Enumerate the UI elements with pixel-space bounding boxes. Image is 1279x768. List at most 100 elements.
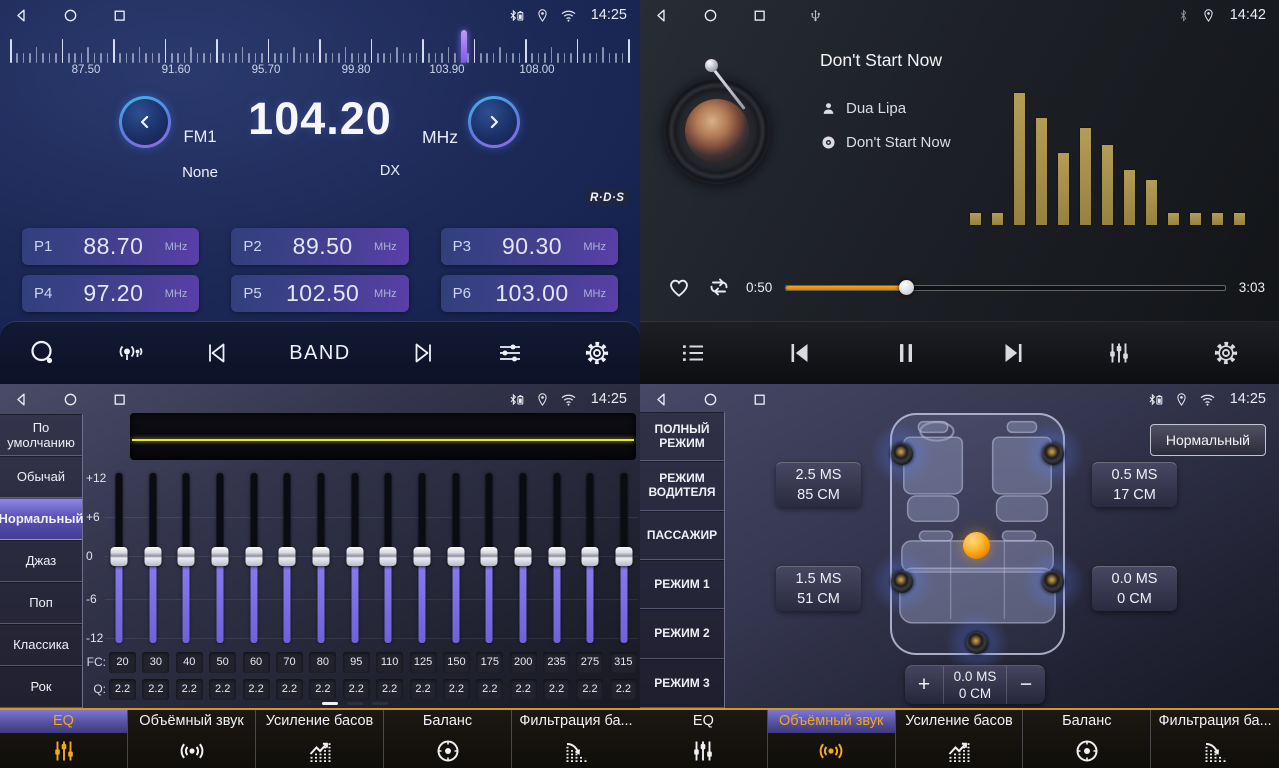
- eq-preset-item[interactable]: Классика: [0, 624, 82, 666]
- seek-thumb[interactable]: [899, 280, 914, 295]
- back-icon[interactable]: [13, 7, 30, 24]
- eq-band-slider[interactable]: [105, 473, 133, 643]
- slider-handle[interactable]: [211, 547, 228, 566]
- tab-balance[interactable]: Баланс: [1023, 710, 1151, 768]
- slider-handle[interactable]: [447, 547, 464, 566]
- tab-filter[interactable]: Фильтрация ба...: [1151, 710, 1279, 768]
- home-circle-icon[interactable]: [702, 391, 719, 408]
- equalizer-icon[interactable]: [1105, 339, 1133, 367]
- surround-preset-button[interactable]: Нормальный: [1150, 424, 1266, 456]
- slider-handle[interactable]: [548, 547, 565, 566]
- eq-preset-item[interactable]: Поп: [0, 582, 82, 624]
- tab-filter[interactable]: Фильтрация ба...: [512, 710, 640, 768]
- eq-band-slider[interactable]: [206, 473, 234, 643]
- gear-icon[interactable]: [1212, 339, 1240, 367]
- slider-handle[interactable]: [380, 547, 397, 566]
- slider-handle[interactable]: [413, 547, 430, 566]
- slider-handle[interactable]: [481, 547, 498, 566]
- slider-handle[interactable]: [144, 547, 161, 566]
- tab-bass[interactable]: Усиление басов: [256, 710, 384, 768]
- radio-preset-button[interactable]: P5102.50MHz: [231, 275, 408, 312]
- tuner-scale[interactable]: [10, 33, 630, 63]
- tab-surround[interactable]: Объёмный звук: [768, 710, 896, 768]
- next-track-icon[interactable]: [999, 339, 1027, 367]
- slider-handle[interactable]: [178, 547, 195, 566]
- rear-right-delay-button[interactable]: 0.0 MS 0 CM: [1092, 566, 1177, 611]
- recents-square-icon[interactable]: [751, 391, 768, 408]
- eq-band-slider[interactable]: [576, 473, 604, 643]
- radio-preset-button[interactable]: P497.20MHz: [22, 275, 199, 312]
- home-circle-icon[interactable]: [62, 391, 79, 408]
- listening-position-ball[interactable]: [963, 532, 990, 559]
- home-circle-icon[interactable]: [702, 7, 719, 24]
- next-station-icon[interactable]: [409, 339, 437, 367]
- repeat-icon[interactable]: [705, 273, 733, 301]
- slider-handle[interactable]: [346, 547, 363, 566]
- band-button[interactable]: BAND: [289, 342, 351, 365]
- audio-settings-icon[interactable]: [496, 339, 524, 367]
- radio-preset-button[interactable]: P390.30MHz: [441, 228, 618, 265]
- eq-preset-item[interactable]: Нормальный: [0, 498, 82, 540]
- slider-handle[interactable]: [514, 547, 531, 566]
- front-left-delay-button[interactable]: 2.5 MS 85 CM: [776, 462, 861, 507]
- eq-band-slider[interactable]: [509, 473, 537, 643]
- rear-left-delay-button[interactable]: 1.5 MS 51 CM: [776, 566, 861, 611]
- slider-handle[interactable]: [312, 547, 329, 566]
- eq-band-slider[interactable]: [442, 473, 470, 643]
- gear-icon[interactable]: [583, 339, 611, 367]
- eq-band-slider[interactable]: [408, 473, 436, 643]
- surround-mode-item[interactable]: ПАССАЖИР: [640, 511, 724, 560]
- eq-preset-item[interactable]: Рок: [0, 666, 82, 708]
- radio-preset-button[interactable]: P289.50MHz: [231, 228, 408, 265]
- eq-band-slider[interactable]: [341, 473, 369, 643]
- eq-band-slider[interactable]: [475, 473, 503, 643]
- recents-square-icon[interactable]: [751, 7, 768, 24]
- eq-preset-item[interactable]: Обычай: [0, 456, 82, 498]
- playlist-icon[interactable]: [679, 339, 707, 367]
- home-circle-icon[interactable]: [62, 7, 79, 24]
- favorite-heart-icon[interactable]: [666, 274, 692, 300]
- eq-band-slider[interactable]: [240, 473, 268, 643]
- seek-slider[interactable]: [785, 280, 1225, 295]
- eq-band-slider[interactable]: [172, 473, 200, 643]
- surround-mode-item[interactable]: РЕЖИМ ВОДИТЕЛЯ: [640, 461, 724, 510]
- eq-band-slider[interactable]: [374, 473, 402, 643]
- tab-balance[interactable]: Баланс: [384, 710, 512, 768]
- radio-preset-button[interactable]: P6103.00MHz: [441, 275, 618, 312]
- decrease-delay-button[interactable]: −: [1007, 666, 1045, 704]
- radio-preset-button[interactable]: P188.70MHz: [22, 228, 199, 265]
- surround-mode-item[interactable]: РЕЖИМ 2: [640, 609, 724, 658]
- slider-handle[interactable]: [615, 547, 632, 566]
- back-icon[interactable]: [653, 391, 670, 408]
- eq-band-slider[interactable]: [543, 473, 571, 643]
- slider-handle[interactable]: [279, 547, 296, 566]
- back-icon[interactable]: [653, 7, 670, 24]
- slider-handle[interactable]: [582, 547, 599, 566]
- eq-band-slider[interactable]: [139, 473, 167, 643]
- surround-mode-item[interactable]: ПОЛНЫЙ РЕЖИМ: [640, 412, 724, 461]
- tuner-tick: [338, 53, 340, 63]
- tab-eq[interactable]: EQ: [0, 710, 128, 768]
- tab-eq[interactable]: EQ: [640, 710, 768, 768]
- slider-handle[interactable]: [111, 547, 128, 566]
- broadcast-scan-icon[interactable]: [116, 339, 144, 367]
- front-right-delay-button[interactable]: 0.5 MS 17 CM: [1092, 462, 1177, 507]
- slider-handle[interactable]: [245, 547, 262, 566]
- tab-surround[interactable]: Объёмный звук: [128, 710, 256, 768]
- surround-mode-item[interactable]: РЕЖИМ 3: [640, 659, 724, 708]
- search-icon[interactable]: [29, 339, 57, 367]
- pause-icon[interactable]: [892, 339, 920, 367]
- surround-mode-item[interactable]: РЕЖИМ 1: [640, 560, 724, 609]
- increase-delay-button[interactable]: +: [905, 666, 943, 704]
- eq-band-slider[interactable]: [610, 473, 638, 643]
- recents-square-icon[interactable]: [111, 391, 128, 408]
- eq-preset-item[interactable]: По умолчанию: [0, 414, 82, 456]
- eq-preset-item[interactable]: Джаз: [0, 540, 82, 582]
- eq-band-slider[interactable]: [307, 473, 335, 643]
- back-icon[interactable]: [13, 391, 30, 408]
- previous-track-icon[interactable]: [786, 339, 814, 367]
- tab-bass[interactable]: Усиление басов: [896, 710, 1024, 768]
- eq-band-slider[interactable]: [273, 473, 301, 643]
- previous-station-icon[interactable]: [203, 339, 231, 367]
- recents-square-icon[interactable]: [111, 7, 128, 24]
